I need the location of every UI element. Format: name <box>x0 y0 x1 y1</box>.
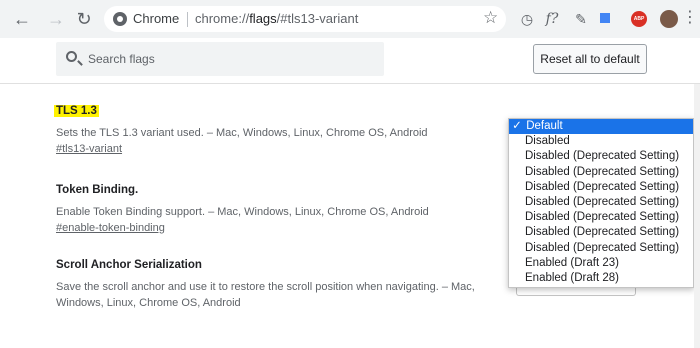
dropdown-option[interactable]: Disabled (Deprecated Setting) <box>509 210 693 225</box>
dropdown-option[interactable]: Enabled (Draft 23) <box>509 256 693 271</box>
dropdown-option[interactable]: Disabled (Deprecated Setting) <box>509 241 693 256</box>
formula-extension-icon[interactable]: f? <box>541 8 563 30</box>
bookmark-star-icon[interactable]: ☆ <box>483 8 498 28</box>
adblock-plus-icon[interactable]: ABP <box>631 11 647 27</box>
flag-title: Token Binding. <box>56 184 139 196</box>
flag-item-tls13: TLS 1.3 Sets the TLS 1.3 variant used. –… <box>54 101 428 155</box>
header-divider <box>0 83 700 84</box>
forward-arrow-icon[interactable]: → <box>44 7 68 31</box>
url-host: flags <box>249 11 277 26</box>
page-scrollbar[interactable] <box>694 84 700 348</box>
eyedropper-extension-icon[interactable]: ✎ <box>570 8 592 30</box>
flag-description: Sets the TLS 1.3 variant used. – Mac, Wi… <box>56 127 428 139</box>
dropdown-option[interactable]: Disabled <box>509 134 693 149</box>
extension-badge-icon[interactable] <box>597 10 613 26</box>
flag-item-scroll-anchor: Scroll Anchor Serialization Save the scr… <box>56 255 475 311</box>
address-bar[interactable]: Chrome chrome://flags/#tls13-variant ☆ <box>104 6 506 32</box>
url-text: chrome://flags/#tls13-variant <box>195 11 358 26</box>
flag-anchor-link[interactable]: #enable-token-binding <box>56 222 429 234</box>
browser-toolbar: ← → ↻ Chrome chrome://flags/#tls13-varia… <box>0 0 700 38</box>
flag-description-line: Windows, Linux, Chrome OS, Android <box>56 297 241 309</box>
dropdown-option[interactable]: Disabled (Deprecated Setting) <box>509 180 693 195</box>
kebab-menu-icon[interactable]: ⋮ <box>682 7 698 27</box>
reset-all-button[interactable]: Reset all to default <box>533 44 647 74</box>
site-name: Chrome <box>133 11 180 26</box>
flag-title: Scroll Anchor Serialization <box>56 259 202 271</box>
flag-anchor-link[interactable]: #tls13-variant <box>56 143 428 155</box>
search-placeholder: Search flags <box>88 52 155 66</box>
omnibox-divider <box>187 12 188 27</box>
timer-extension-icon[interactable]: ◷ <box>516 8 538 30</box>
chrome-site-icon <box>113 12 127 26</box>
flag-description: Save the scroll anchor and use it to res… <box>56 279 475 311</box>
dropdown-option[interactable]: Disabled (Deprecated Setting) <box>509 165 693 180</box>
dropdown-option[interactable]: Disabled (Deprecated Setting) <box>509 195 693 210</box>
flag-item-token-binding: Token Binding. Enable Token Binding supp… <box>56 180 429 234</box>
search-flags-input[interactable]: Search flags <box>56 42 384 76</box>
flag-description-line: Save the scroll anchor and use it to res… <box>56 281 475 293</box>
reload-icon[interactable]: ↻ <box>72 7 96 31</box>
flag-description: Enable Token Binding support. – Mac, Win… <box>56 206 429 218</box>
flag-title: TLS 1.3 <box>54 105 99 117</box>
dropdown-option[interactable]: Disabled (Deprecated Setting) <box>509 149 693 164</box>
dropdown-option[interactable]: Enabled (Draft 28) <box>509 271 693 286</box>
checkmark-icon: ✓ <box>512 120 522 132</box>
url-scheme: chrome:// <box>195 11 250 26</box>
profile-avatar[interactable] <box>660 10 678 28</box>
dropdown-option[interactable]: ✓ Default <box>509 119 693 135</box>
tls13-variant-dropdown[interactable]: ✓ Default Disabled Disabled (Deprecated … <box>508 118 694 288</box>
dropdown-option[interactable]: Disabled (Deprecated Setting) <box>509 225 693 240</box>
search-icon <box>66 51 77 62</box>
back-arrow-icon[interactable]: ← <box>10 7 34 31</box>
url-path: /#tls13-variant <box>276 11 359 26</box>
